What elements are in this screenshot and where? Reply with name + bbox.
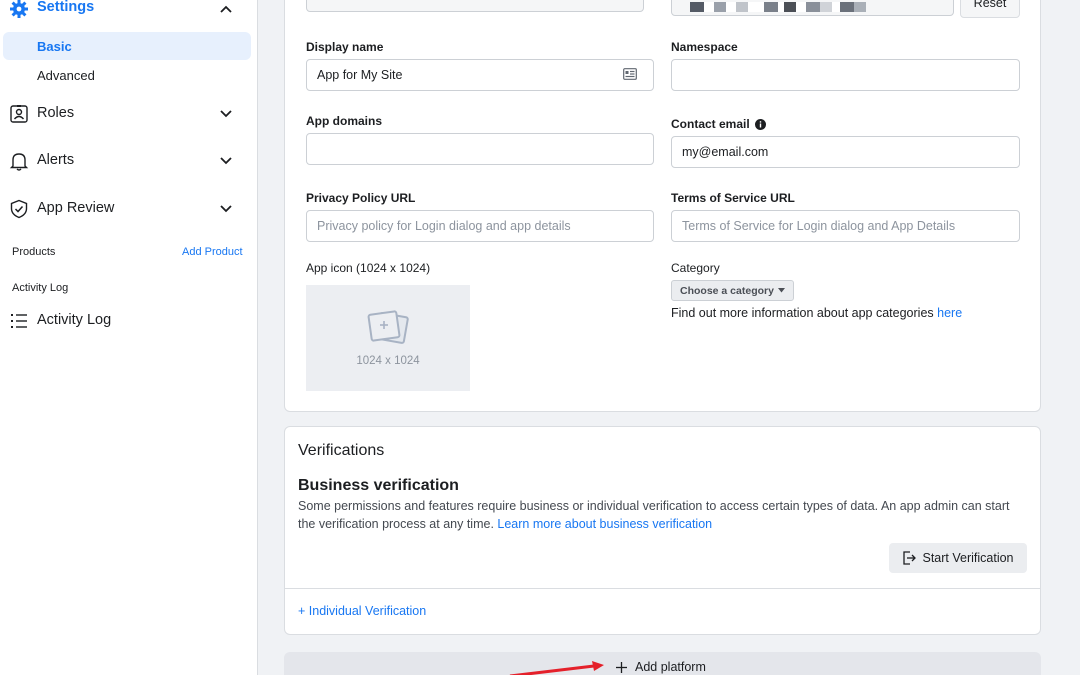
sidebar-item-basic[interactable]: Basic xyxy=(3,32,251,60)
plus-icon xyxy=(616,661,627,673)
contact-card-icon[interactable] xyxy=(623,68,637,80)
caret-down-icon xyxy=(777,288,785,293)
namespace-input[interactable] xyxy=(671,59,1020,91)
add-platform-label: Add platform xyxy=(635,660,706,674)
sidebar-item-label: Settings xyxy=(37,0,95,15)
contact-email-label: Contact email xyxy=(671,117,766,131)
privacy-policy-label: Privacy Policy URL xyxy=(306,191,416,205)
gear-icon xyxy=(8,0,30,20)
activity-section-label: Activity Log xyxy=(12,282,69,294)
app-icon-upload[interactable]: 1024 x 1024 xyxy=(306,285,470,391)
display-name-label: Display name xyxy=(306,40,384,54)
chevron-up-icon[interactable] xyxy=(218,1,234,17)
bell-icon xyxy=(8,150,30,172)
category-info-link[interactable]: here xyxy=(937,306,962,320)
category-dropdown-label: Choose a category xyxy=(680,284,774,297)
sign-in-icon xyxy=(903,551,917,565)
contact-email-label-text: Contact email xyxy=(671,117,750,131)
sidebar-item-roles[interactable]: Roles xyxy=(0,102,258,126)
app-id-field[interactable]: 11 905 xyxy=(306,0,644,12)
sidebar-item-label: Activity Log xyxy=(37,312,112,328)
pixelated-redaction xyxy=(690,2,866,12)
start-verification-label: Start Verification xyxy=(922,551,1014,565)
individual-verification-link[interactable]: + Individual Verification xyxy=(298,604,426,618)
verifications-title: Verifications xyxy=(298,442,385,459)
app-id-fragment: 905 xyxy=(407,0,425,1)
terms-of-service-label: Terms of Service URL xyxy=(671,191,795,205)
category-dropdown[interactable]: Choose a category xyxy=(671,280,794,301)
app-domains-input[interactable] xyxy=(306,133,654,165)
list-icon xyxy=(8,310,30,332)
app-domains-label: App domains xyxy=(306,114,383,128)
sidebar: Settings Basic Advanced Roles Alerts App… xyxy=(0,0,258,675)
privacy-policy-input[interactable]: Privacy policy for Login dialog and app … xyxy=(306,210,654,242)
app-icon-label: App icon (1024 x 1024) xyxy=(306,261,431,275)
sidebar-item-label: Roles xyxy=(37,105,75,121)
sidebar-item-settings[interactable]: Settings xyxy=(0,0,258,20)
learn-more-link[interactable]: Learn more about business verification xyxy=(497,517,712,531)
reset-button[interactable]: Reset xyxy=(960,0,1020,18)
app-secret-field[interactable] xyxy=(671,0,954,16)
app-id-fragment: 11 xyxy=(319,0,330,1)
chevron-down-icon[interactable] xyxy=(218,153,234,169)
chevron-down-icon[interactable] xyxy=(218,201,234,217)
add-platform-button[interactable]: Add platform xyxy=(616,660,706,674)
shield-check-icon xyxy=(8,198,30,220)
contact-email-input[interactable]: my@email.com xyxy=(671,136,1020,168)
sidebar-item-label: Alerts xyxy=(37,152,75,168)
sidebar-item-advanced[interactable]: Advanced xyxy=(3,61,251,89)
image-placeholder-icon xyxy=(367,310,409,344)
app-icon-size: 1024 x 1024 xyxy=(356,355,420,367)
id-badge-icon xyxy=(8,103,30,125)
sidebar-item-label: App Review xyxy=(37,200,115,216)
info-icon[interactable] xyxy=(754,118,766,130)
namespace-label: Namespace xyxy=(671,40,738,54)
category-label: Category xyxy=(671,261,720,275)
sidebar-item-activity-log[interactable]: Activity Log xyxy=(0,309,258,333)
divider xyxy=(284,588,1041,589)
category-info-text: Find out more information about app cate… xyxy=(671,306,938,320)
terms-of-service-input[interactable]: Terms of Service for Login dialog and Ap… xyxy=(671,210,1020,242)
sidebar-item-app-review[interactable]: App Review xyxy=(0,197,258,221)
products-section-label: Products xyxy=(12,246,56,258)
chevron-down-icon[interactable] xyxy=(218,106,234,122)
add-product-link[interactable]: Add Product xyxy=(182,246,243,258)
display-name-value: App for My Site xyxy=(317,68,403,82)
display-name-input[interactable]: App for My Site xyxy=(306,59,654,91)
annotation-arrow-icon xyxy=(509,661,604,675)
business-verification-description: Some permissions and features require bu… xyxy=(298,497,1018,533)
business-verification-title: Business verification xyxy=(298,477,459,494)
category-info: Find out more information about app cate… xyxy=(671,306,962,320)
start-verification-button[interactable]: Start Verification xyxy=(889,543,1027,573)
sidebar-item-alerts[interactable]: Alerts xyxy=(0,149,258,173)
